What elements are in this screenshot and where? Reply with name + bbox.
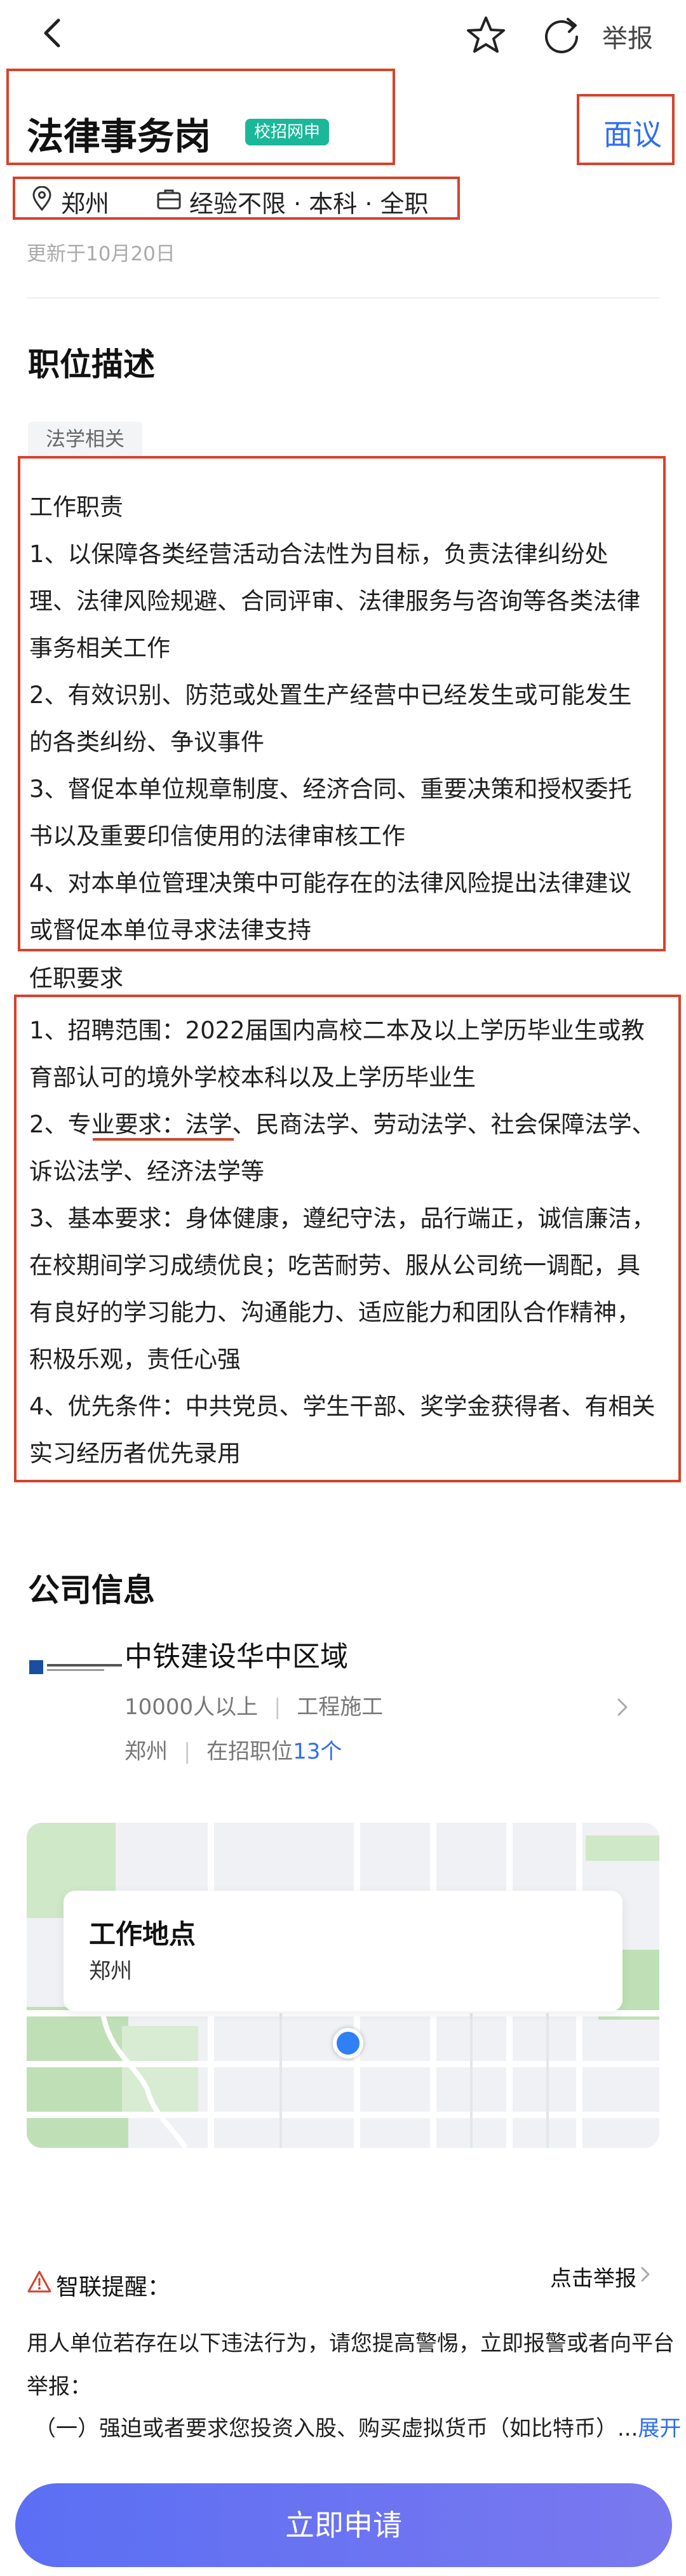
requirements-line: 有良好的学习能力、沟通能力、适应能力和团队合作精神， [29, 1299, 640, 1326]
requirements-heading: 任职要求 [29, 965, 123, 992]
duties-line: 理、法律风险规避、合同评审、法律服务与咨询等各类法律 [29, 587, 640, 615]
salary: 面议 [603, 117, 662, 152]
updated-date: 更新于10月20日 [27, 243, 175, 265]
requirements-line: 诉讼法学、经济法学等 [29, 1158, 264, 1185]
company-industry: 工程施工 [297, 1694, 384, 1720]
campus-badge: 校招网申 [245, 119, 330, 145]
briefcase-icon [157, 189, 181, 210]
notice-item: （一）强迫或者要求您投资入股、购买虚拟货币（如比特币）... [34, 2416, 638, 2441]
requirements-line: 3、基本要求：身体健康，遵纪守法，品行端正，诚信廉洁， [29, 1205, 656, 1232]
favorite-star-icon[interactable] [464, 13, 508, 57]
job-city: 郑州 [61, 190, 110, 218]
company-size-industry: 10000人以上 | 工程施工 [124, 1694, 384, 1720]
requirements-line: 4、优先条件：中共党员、学生干部、奖学金获得者、有相关 [29, 1393, 656, 1420]
annotation-underline [93, 1138, 234, 1141]
company-info-heading: 公司信息 [28, 1572, 155, 1609]
notice-text: 举报： [27, 2374, 91, 2399]
notice-title: 智联提醒： [56, 2274, 171, 2300]
company-logo [29, 1660, 122, 1674]
back-arrow-icon[interactable] [33, 14, 71, 52]
chevron-right-icon[interactable] [639, 2265, 652, 2284]
duties-line: 的各类纠纷、争议事件 [29, 728, 264, 756]
duties-line: 4、对本单位管理决策中可能存在的法律风险提出法律建议 [29, 869, 632, 897]
work-location-city: 郑州 [89, 1959, 132, 1984]
company-city: 郑州 [124, 1739, 168, 1764]
divider [27, 297, 659, 299]
job-title: 法律事务岗 [27, 115, 212, 158]
duties-line: 1、以保障各类经营活动合法性为目标，负责法律纠纷处 [29, 540, 609, 568]
work-location-title: 工作地点 [89, 1919, 196, 1950]
expand-link[interactable]: 展开 [638, 2416, 681, 2441]
apply-button[interactable]: 立即申请 [15, 2483, 672, 2567]
report-link[interactable]: 举报 [602, 18, 653, 55]
company-name: 中铁建设华中区域 [124, 1640, 348, 1673]
open-positions-count[interactable]: 13个 [293, 1739, 342, 1764]
duties-line: 3、督促本单位规章制度、经济合同、重要决策和授权委托 [29, 775, 632, 803]
open-positions-label: 在招职位 [206, 1739, 293, 1764]
notice-text: 用人单位若存在以下违法行为，请您提高警惕，立即报警或者向平台 [27, 2331, 675, 2356]
job-description-heading: 职位描述 [28, 346, 155, 383]
requirements-line: 育部认可的境外学校本科以及上学历毕业生 [29, 1064, 476, 1091]
duties-line: 书以及重要印信使用的法律审核工作 [29, 822, 405, 850]
requirements-line: 1、招聘范围：2022届国内高校二本及以上学历毕业生或教 [29, 1017, 645, 1044]
warning-icon [27, 2271, 51, 2293]
duties-line: 2、有效识别、防范或处置生产经营中已经发生或可能发生 [29, 681, 632, 709]
chevron-right-icon[interactable] [614, 1694, 631, 1720]
company-location-positions: 郑州 | 在招职位13个 [124, 1739, 342, 1764]
duties-line: 或督促本单位寻求法律支持 [29, 916, 311, 944]
notice-text: （一）强迫或者要求您投资入股、购买虚拟货币（如比特币）...展开 [34, 2411, 681, 2442]
share-icon[interactable] [540, 13, 584, 57]
company-size: 10000人以上 [124, 1694, 259, 1720]
requirements-line: 在校期间学习成绩优良；吃苦耐劳、服从公司统一调配，具 [29, 1252, 640, 1279]
location-pin-icon [32, 186, 51, 211]
duties-line: 事务相关工作 [29, 634, 170, 662]
duties-line: 工作职责 [29, 493, 123, 521]
requirements-line: 积极乐观，责任心强 [29, 1346, 241, 1373]
skill-tag: 法学相关 [28, 422, 142, 457]
requirements-line: 2、专业要求：法学、民商法学、劳动法学、社会保障法学、 [29, 1111, 656, 1138]
job-requirements-summary: 经验不限 · 本科 · 全职 [189, 190, 429, 218]
click-report-link[interactable]: 点击举报 [550, 2261, 636, 2292]
apply-button-label: 立即申请 [285, 2508, 402, 2542]
location-marker-icon [333, 2028, 363, 2058]
requirements-line: 实习经历者优先录用 [29, 1440, 241, 1467]
